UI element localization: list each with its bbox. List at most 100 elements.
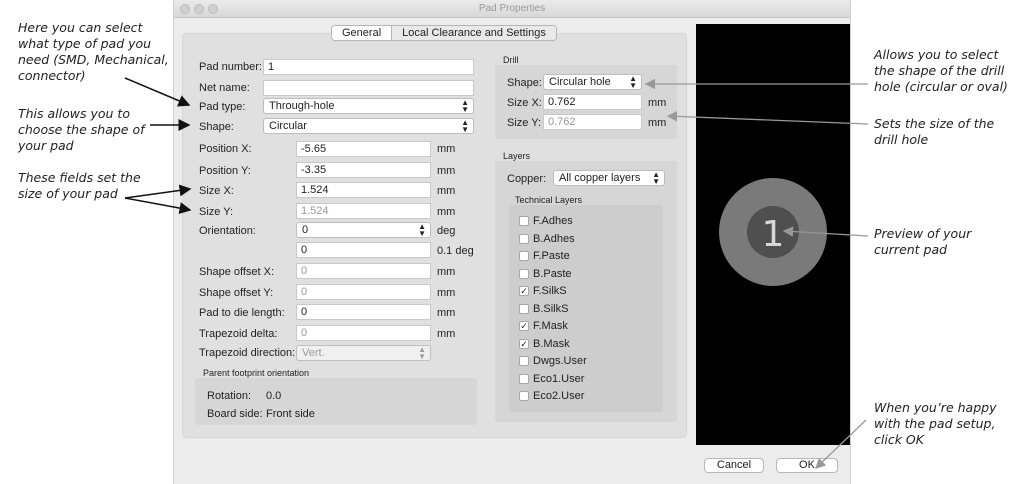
trapezoid-direction-label: Trapezoid direction: [199, 347, 296, 359]
copper-label: Copper: [507, 173, 547, 185]
net-name-input[interactable] [263, 80, 474, 96]
checkbox[interactable] [519, 374, 529, 384]
orientation-label: Orientation: [199, 225, 256, 237]
layers-title: Layers [503, 151, 531, 161]
drill-size-y-unit: mm [648, 117, 667, 129]
copper-value: All copper layers [559, 172, 641, 184]
trapezoid-delta-label: Trapezoid delta: [199, 328, 278, 340]
tab-bar: General Local Clearance and Settings [331, 25, 557, 41]
layer-label: Eco1.User [533, 373, 585, 385]
trapezoid-direction-select[interactable]: Vert. ▲ ▼ [296, 345, 431, 361]
drill-shape-select[interactable]: Circular hole ▲ ▼ [543, 74, 642, 90]
tab-local-clearance[interactable]: Local Clearance and Settings [391, 26, 556, 40]
annotation-shape: This allows you to choose the shape of y… [18, 106, 145, 153]
pad-preview: 1 [696, 24, 850, 445]
position-x-unit: mm [437, 143, 456, 155]
orientation-unit: deg [437, 225, 456, 237]
drill-size-y-input[interactable]: 0.762 [543, 114, 642, 130]
position-x-label: Position X: [199, 143, 252, 155]
shape-value: Circular [269, 120, 307, 132]
chevron-updown-icon: ▲ ▼ [418, 345, 426, 361]
cancel-button[interactable]: Cancel [704, 458, 764, 473]
checkbox[interactable] [519, 391, 529, 401]
drill-shape-value: Circular hole [549, 76, 611, 88]
die-length-label: Pad to die length: [199, 307, 285, 319]
checkbox[interactable] [519, 251, 529, 261]
checkbox[interactable] [519, 269, 529, 279]
checkbox[interactable] [519, 304, 529, 314]
minimize-window-icon[interactable] [194, 4, 204, 14]
parent-orientation-box: Rotation: 0.0 Board side: Front side [195, 378, 477, 425]
pad-type-select[interactable]: Through-hole ▲ ▼ [263, 98, 474, 114]
pad-type-label: Pad type: [199, 101, 246, 113]
drill-shape-label: Shape: [507, 77, 542, 89]
checkbox[interactable] [519, 356, 529, 366]
position-x-input[interactable]: -5.65 [296, 141, 431, 157]
layer-label: F.SilkS [533, 285, 567, 297]
die-length-input[interactable]: 0 [296, 304, 431, 320]
board-side-label: Board side: [207, 408, 263, 420]
annotation-drill-shape: Allows you to select the shape of the dr… [874, 47, 1008, 94]
size-y-input[interactable]: 1.524 [296, 203, 431, 219]
layer-label: Eco2.User [533, 390, 585, 402]
size-x-label: Size X: [199, 185, 234, 197]
tab-general[interactable]: General [332, 26, 392, 40]
layer-label: B.Paste [533, 268, 572, 280]
chevron-updown-icon: ▲ ▼ [418, 222, 426, 238]
copper-select[interactable]: All copper layers ▲ ▼ [553, 170, 665, 186]
layers-box: Copper: All copper layers ▲ ▼ Technical L… [495, 161, 677, 422]
pad-type-value: Through-hole [269, 100, 335, 112]
pad-number-input[interactable]: 1 [263, 59, 474, 75]
offset-x-label: Shape offset X: [199, 266, 275, 278]
offset-y-input[interactable]: 0 [296, 284, 431, 300]
drill-title: Drill [503, 55, 519, 65]
layer-label: B.Mask [533, 338, 570, 350]
checkbox[interactable] [519, 234, 529, 244]
checkbox-checked[interactable]: ✓ [519, 339, 529, 349]
size-y-label: Size Y: [199, 206, 234, 218]
window-title: Pad Properties [478, 3, 546, 14]
ok-button[interactable]: OK [776, 458, 838, 473]
offset-y-label: Shape offset Y: [199, 287, 274, 299]
layer-label: B.Adhes [533, 233, 575, 245]
drill-size-x-unit: mm [648, 97, 667, 109]
annotation-preview: Preview of your current pad [874, 226, 972, 257]
orientation-select[interactable]: 0 ▲ ▼ [296, 222, 431, 238]
technical-layers-box: F.Adhes B.Adhes F.Paste B.Paste ✓ F.Silk… [509, 205, 663, 412]
annotation-pad-type: Here you can select what type of pad you… [18, 20, 169, 83]
checkbox[interactable] [519, 216, 529, 226]
position-y-label: Position Y: [199, 165, 251, 177]
trapezoid-delta-input[interactable]: 0 [296, 325, 431, 341]
annotation-drill-size: Sets the size of the drill hole [874, 116, 995, 147]
annotation-ok: When you’re happy with the pad setup, cl… [874, 400, 997, 447]
pad-number-label: Pad number: [199, 61, 262, 73]
shape-label: Shape: [199, 121, 234, 133]
trapezoid-delta-unit: mm [437, 328, 456, 340]
chevron-updown-icon: ▲ ▼ [652, 170, 660, 186]
chevron-updown-icon: ▲ ▼ [461, 118, 469, 134]
close-window-icon[interactable] [180, 4, 190, 14]
layer-label: F.Adhes [533, 215, 573, 227]
chevron-updown-icon: ▲ ▼ [629, 74, 637, 90]
orientation-fine-input[interactable]: 0 [296, 242, 431, 258]
parent-orientation-title: Parent footprint orientation [203, 368, 310, 378]
layer-label: F.Paste [533, 250, 570, 262]
title-bar: Pad Properties [174, 0, 850, 18]
checkbox-checked[interactable]: ✓ [519, 286, 529, 296]
die-length-unit: mm [437, 307, 456, 319]
offset-x-unit: mm [437, 266, 456, 278]
zoom-window-icon[interactable] [208, 4, 218, 14]
shape-select[interactable]: Circular ▲ ▼ [263, 118, 474, 134]
pad-properties-window: Pad Properties General Local Clearance a… [173, 0, 851, 484]
offset-y-unit: mm [437, 287, 456, 299]
offset-x-input[interactable]: 0 [296, 263, 431, 279]
checkbox-checked[interactable]: ✓ [519, 321, 529, 331]
drill-box: Shape: Circular hole ▲ ▼ Size X: 0.762 mm… [495, 65, 677, 139]
size-x-input[interactable]: 1.524 [296, 182, 431, 198]
orientation-fine-unit: 0.1 deg [437, 245, 474, 257]
drill-size-y-label: Size Y: [507, 117, 542, 129]
drill-size-x-input[interactable]: 0.762 [543, 94, 642, 110]
trapezoid-direction-value: Vert. [302, 347, 325, 359]
position-y-input[interactable]: -3.35 [296, 162, 431, 178]
general-panel: Pad number: 1 Net name: Pad type: Throug… [182, 33, 687, 438]
